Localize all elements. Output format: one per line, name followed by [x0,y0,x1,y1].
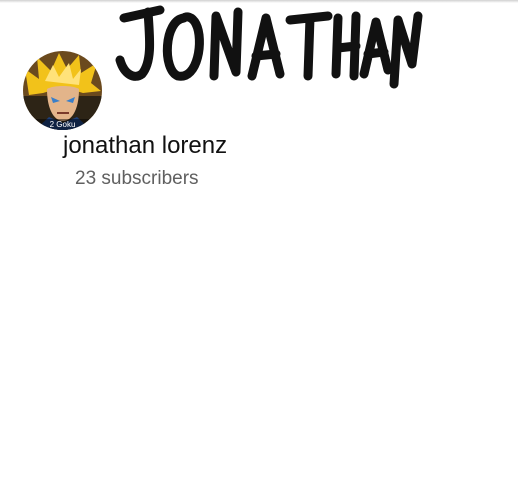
avatar-caption: 2 Goku [50,120,76,129]
channel-name[interactable]: jonathan lorenz [63,132,227,160]
avatar-image: 2 Goku [23,51,102,130]
channel-banner-art [115,5,423,89]
subscriber-count: 23 subscribers [75,168,199,189]
channel-avatar[interactable]: 2 Goku [23,51,102,130]
